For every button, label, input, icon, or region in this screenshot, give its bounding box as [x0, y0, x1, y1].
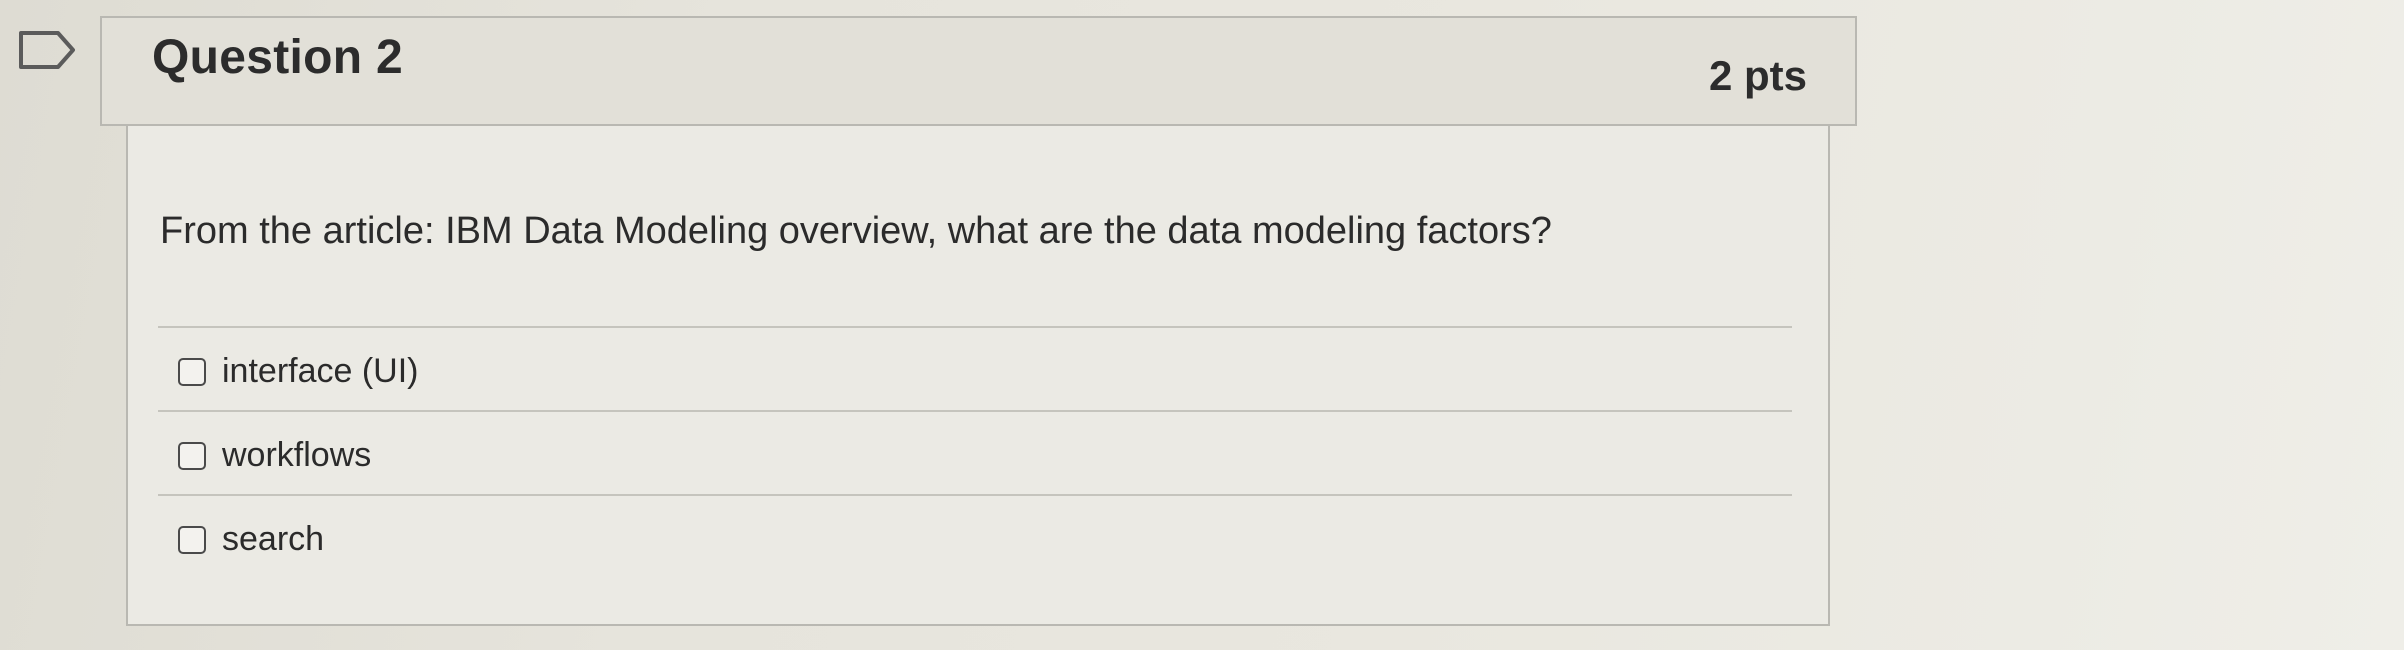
question-title: Question 2 — [152, 31, 404, 84]
divider — [158, 494, 1792, 496]
checkbox[interactable] — [178, 525, 206, 554]
answer-label: interface (UI) — [222, 352, 419, 390]
checkbox[interactable] — [178, 357, 206, 386]
answer-label: search — [222, 520, 325, 558]
flag-icon[interactable] — [18, 30, 76, 70]
checkbox[interactable] — [178, 441, 206, 470]
question-card: Question 2 2 pts From the article: IBM D… — [100, 16, 1860, 626]
answer-option-search[interactable]: search — [178, 520, 324, 559]
divider — [158, 326, 1792, 328]
divider — [158, 410, 1792, 412]
question-text: From the article: IBM Data Modeling over… — [160, 210, 1552, 252]
question-points: 2 pts — [1708, 52, 1807, 99]
answer-option-interface[interactable]: interface (UI) — [178, 352, 419, 391]
question-header: Question 2 2 pts — [100, 16, 1857, 126]
answer-label: workflows — [222, 436, 372, 474]
question-body: From the article: IBM Data Modeling over… — [126, 126, 1830, 626]
answer-option-workflows[interactable]: workflows — [178, 436, 371, 475]
